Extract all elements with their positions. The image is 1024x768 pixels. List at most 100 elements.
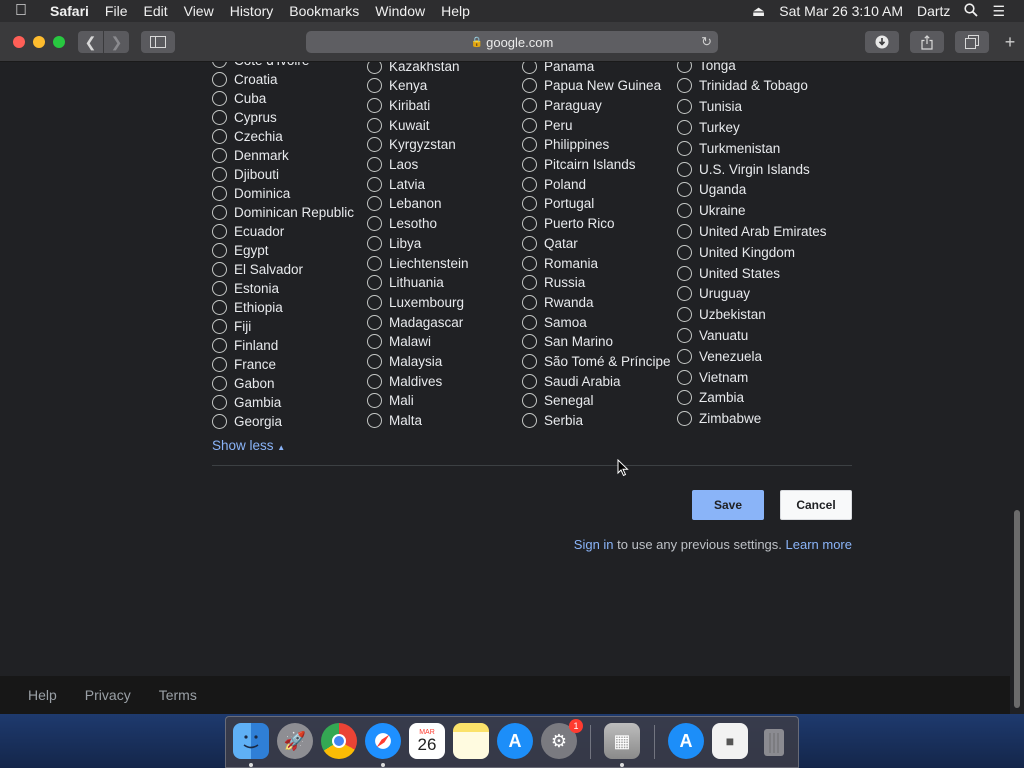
country-option[interactable]: United States <box>677 263 780 283</box>
radio-button[interactable] <box>677 182 692 198</box>
country-option[interactable]: Cyprus <box>212 107 277 127</box>
eject-icon[interactable]: ⏏ <box>745 3 772 20</box>
share-button[interactable] <box>910 31 944 53</box>
radio-button[interactable] <box>522 294 537 310</box>
country-option[interactable]: Samoa <box>522 312 587 332</box>
country-option[interactable]: Tunisia <box>677 97 742 117</box>
country-option[interactable]: Kyrgyzstan <box>367 135 456 155</box>
country-option[interactable]: Peru <box>522 115 573 135</box>
country-option[interactable]: Paraguay <box>522 95 602 115</box>
radio-button[interactable] <box>677 223 692 239</box>
country-option[interactable]: Turkmenistan <box>677 138 780 158</box>
sign-in-link[interactable]: Sign in <box>574 537 614 552</box>
save-button[interactable]: Save <box>692 490 764 520</box>
country-option[interactable]: Kiribati <box>367 95 430 115</box>
radio-button[interactable] <box>522 176 537 192</box>
footer-privacy-link[interactable]: Privacy <box>85 687 131 703</box>
country-option[interactable]: Kenya <box>367 76 427 96</box>
radio-button[interactable] <box>522 413 537 429</box>
country-option[interactable]: Kazakhstan <box>367 62 460 76</box>
country-option[interactable]: Estonia <box>212 278 279 298</box>
fullscreen-window-button[interactable] <box>53 36 65 48</box>
app-store-icon[interactable]: A <box>497 723 533 759</box>
radio-button[interactable] <box>522 137 537 153</box>
country-option[interactable]: Liechtenstein <box>367 253 469 273</box>
calendar-icon[interactable]: MAR 26 <box>409 723 445 759</box>
country-option[interactable]: France <box>212 354 276 374</box>
country-option[interactable]: San Marino <box>522 332 613 352</box>
radio-button[interactable] <box>522 78 537 94</box>
spotlight-icon[interactable] <box>957 2 985 20</box>
radio-button[interactable] <box>677 307 692 323</box>
radio-button[interactable] <box>367 176 382 192</box>
radio-button[interactable] <box>212 299 227 315</box>
country-option[interactable]: Ecuador <box>212 221 284 241</box>
radio-button[interactable] <box>212 71 227 87</box>
country-option[interactable]: Philippines <box>522 135 609 155</box>
radio-button[interactable] <box>212 280 227 296</box>
app-store-downloads-icon[interactable]: A <box>668 723 704 759</box>
country-option[interactable]: Papua New Guinea <box>522 76 661 96</box>
country-option[interactable]: Libya <box>367 233 421 253</box>
radio-button[interactable] <box>677 390 692 406</box>
radio-button[interactable] <box>522 393 537 409</box>
finder-icon[interactable] <box>233 723 269 759</box>
country-option[interactable]: Finland <box>212 335 278 355</box>
country-option[interactable]: Serbia <box>522 411 583 431</box>
country-option[interactable]: Djibouti <box>212 164 279 184</box>
radio-button[interactable] <box>212 394 227 410</box>
radio-button[interactable] <box>367 62 382 74</box>
scroll-thumb[interactable] <box>1014 510 1020 708</box>
radio-button[interactable] <box>367 78 382 94</box>
cancel-button[interactable]: Cancel <box>780 490 852 520</box>
radio-button[interactable] <box>677 348 692 364</box>
country-option[interactable]: Malawi <box>367 332 431 352</box>
country-option[interactable]: Lebanon <box>367 194 442 214</box>
radio-button[interactable] <box>367 275 382 291</box>
country-option[interactable]: Portugal <box>522 194 594 214</box>
country-option[interactable]: Vanuatu <box>677 325 748 345</box>
country-option[interactable]: Malta <box>367 411 422 431</box>
country-option[interactable]: Malaysia <box>367 352 442 372</box>
country-option[interactable]: Uganda <box>677 180 746 200</box>
user-name[interactable]: Dartz <box>910 3 957 19</box>
show-less-link[interactable]: Show less ▲ <box>212 438 285 453</box>
radio-button[interactable] <box>212 242 227 258</box>
menu-file[interactable]: File <box>97 3 136 19</box>
country-option[interactable]: Venezuela <box>677 346 762 366</box>
radio-button[interactable] <box>212 109 227 125</box>
country-option[interactable]: United Arab Emirates <box>677 221 827 241</box>
country-option[interactable]: Puerto Rico <box>522 214 615 234</box>
radio-button[interactable] <box>522 196 537 212</box>
footer-help-link[interactable]: Help <box>28 687 57 703</box>
country-option[interactable]: Romania <box>522 253 598 273</box>
menu-window[interactable]: Window <box>367 3 433 19</box>
country-option[interactable]: Cuba <box>212 88 266 108</box>
radio-button[interactable] <box>522 117 537 133</box>
radio-button[interactable] <box>367 216 382 232</box>
country-option[interactable]: Rwanda <box>522 292 594 312</box>
radio-button[interactable] <box>367 413 382 429</box>
radio-button[interactable] <box>677 99 692 115</box>
radio-button[interactable] <box>367 97 382 113</box>
learn-more-link[interactable]: Learn more <box>786 537 852 552</box>
radio-button[interactable] <box>212 166 227 182</box>
country-option[interactable]: Saudi Arabia <box>522 371 621 391</box>
radio-button[interactable] <box>367 354 382 369</box>
country-option[interactable]: Trinidad & Tobago <box>677 76 808 96</box>
country-option[interactable]: Tonga <box>677 62 736 75</box>
archive-utility-icon[interactable]: ▦ <box>604 723 640 759</box>
country-option[interactable]: Qatar <box>522 233 578 253</box>
clock[interactable]: Sat Mar 26 3:10 AM <box>772 3 910 19</box>
radio-button[interactable] <box>677 244 692 260</box>
country-option[interactable]: El Salvador <box>212 259 303 279</box>
country-option[interactable]: Ukraine <box>677 201 746 221</box>
radio-button[interactable] <box>212 185 227 201</box>
radio-button[interactable] <box>367 393 382 409</box>
radio-button[interactable] <box>367 117 382 133</box>
radio-button[interactable] <box>212 204 227 220</box>
country-option[interactable]: Turkey <box>677 117 740 137</box>
country-option[interactable]: Zimbabwe <box>677 409 761 429</box>
radio-button[interactable] <box>522 97 537 113</box>
country-option[interactable]: United Kingdom <box>677 242 795 262</box>
